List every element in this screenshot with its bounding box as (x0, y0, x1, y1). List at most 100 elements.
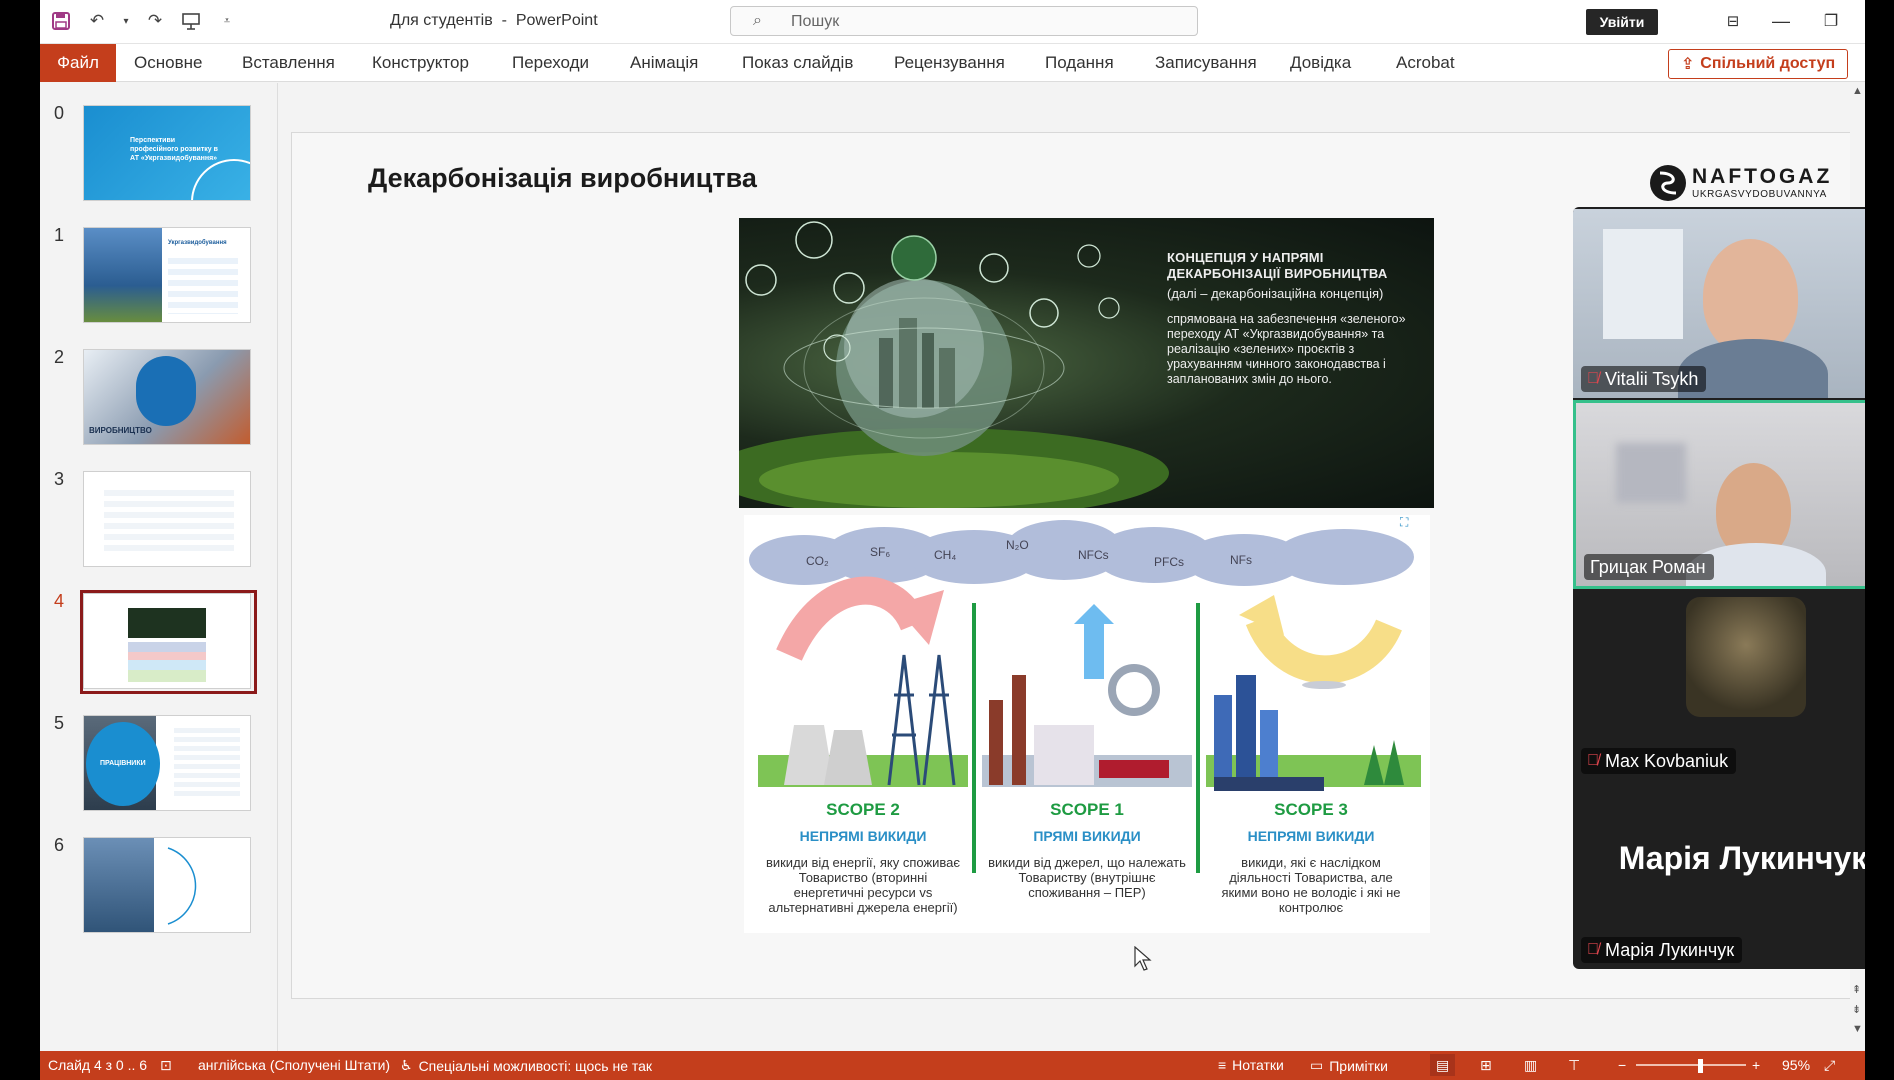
tab-animations[interactable]: Анімація (630, 44, 698, 82)
tab-design[interactable]: Конструктор (372, 44, 469, 82)
thumbnail-row[interactable]: 5 ПРАЦІВНИКИ (40, 693, 278, 811)
thumbnail-number: 5 (54, 713, 65, 733)
accessibility-status[interactable]: ♿ Спеціальні можливості: щось не так (400, 1057, 652, 1074)
thumbnail-slide-3[interactable] (83, 471, 251, 567)
concept-image[interactable]: КОНЦЕПЦІЯ У НАПРЯМІ ДЕКАРБОНІЗАЦІЇ ВИРОБ… (739, 218, 1434, 508)
fit-to-window-icon[interactable]: ⤢ (1824, 1057, 1835, 1074)
reading-view-icon[interactable]: ▥ (1524, 1057, 1537, 1074)
save-icon[interactable] (48, 8, 74, 34)
thumbnail-number: 3 (54, 469, 65, 489)
participant-avatar (1686, 597, 1806, 717)
next-slide-icon[interactable]: ⇟ (1852, 1003, 1861, 1016)
thumbnail-slide-4[interactable] (83, 593, 251, 689)
slideshow-view-icon[interactable]: ⊤ (1568, 1057, 1580, 1074)
participant-name-tag: Грицак Роман (1584, 554, 1714, 580)
zoom-in-icon[interactable]: + (1752, 1057, 1760, 1073)
naftogaz-logo: NAFTOGAZ UKRGASVYDOBUVANNYA (1650, 165, 1829, 201)
status-bar: Слайд 4 з 0 .. 6 ⊡ англійська (Сполучені… (40, 1051, 1865, 1080)
thumbnail-number: 1 (54, 225, 65, 245)
slide-sorter-icon[interactable]: ⊞ (1480, 1057, 1492, 1074)
normal-view-icon[interactable]: ▤ (1430, 1054, 1456, 1076)
thumbnail-slide-0[interactable]: Перспективи професійного розвитку в АТ «… (83, 105, 251, 201)
thumbnail-row[interactable]: 6 (40, 815, 278, 933)
tab-acrobat[interactable]: Acrobat (1396, 44, 1455, 82)
gas-label: SF₆ (870, 545, 891, 559)
redo-icon[interactable]: ↷ (142, 8, 168, 34)
thumbnail-row[interactable]: 0 Перспективи професійного розвитку в АТ… (40, 83, 278, 201)
scope-3-kind: НЕПРЯМІ ВИКИДИ (1247, 828, 1375, 844)
undo-dropdown-icon[interactable]: ▾ (120, 8, 132, 34)
ribbon-tabs: Файл Основне Вставлення Конструктор Пере… (40, 44, 1865, 82)
zoom-slider-thumb[interactable] (1698, 1059, 1703, 1073)
accessibility-icon: ♿ (400, 1057, 413, 1073)
thumbnail-row[interactable]: 2 ВИРОБНИЦТВО (40, 327, 278, 445)
scroll-down-icon[interactable]: ▼ (1852, 1023, 1863, 1035)
scope-1-kind: ПРЯМІ ВИКИДИ (1033, 828, 1141, 844)
thumbnail-slide-6[interactable] (83, 837, 251, 933)
tab-insert[interactable]: Вставлення (242, 44, 335, 82)
thumbnail-slide-1[interactable]: Укргазвидобування (83, 227, 251, 323)
logo-name: NAFTOGAZ (1692, 165, 1833, 188)
zoom-out-icon[interactable]: − (1618, 1057, 1626, 1073)
participant-name-tag: 🎙̸ Марія Лукинчук (1581, 937, 1743, 963)
tab-home[interactable]: Основне (134, 44, 202, 82)
search-box[interactable]: ⌕ Пошук (730, 6, 1198, 36)
minimize-icon[interactable]: — (1766, 8, 1796, 34)
thumbnail-number: 6 (54, 835, 65, 855)
share-button[interactable]: ⇪ Спільний доступ (1668, 49, 1848, 79)
signin-button[interactable]: Увійти (1586, 9, 1658, 35)
tab-help[interactable]: Довідка (1290, 44, 1351, 82)
concept-body: спрямована на забезпечення «зеленого» пе… (1167, 312, 1406, 386)
tab-record[interactable]: Записування (1155, 44, 1257, 82)
zoom-level[interactable]: 95% (1782, 1057, 1810, 1073)
thumbnail-text: ВИРОБНИЦТВО (89, 426, 152, 435)
notes-icon: ≡ (1218, 1057, 1227, 1073)
concept-heading: КОНЦЕПЦІЯ У НАПРЯМІ ДЕКАРБОНІЗАЦІЇ ВИРОБ… (1167, 250, 1388, 281)
participant-tile[interactable]: Марія Лукинчук 🎙̸ Марія Лукинчук (1573, 780, 1865, 969)
notes-button[interactable]: ≡ Нотатки (1218, 1057, 1284, 1073)
concept-text-block: КОНЦЕПЦІЯ У НАПРЯМІ ДЕКАРБОНІЗАЦІЇ ВИРОБ… (1167, 250, 1417, 387)
participant-tile[interactable]: 🎙̸ Vitalii Tsykh (1573, 209, 1865, 398)
share-label: Спільний доступ (1700, 55, 1836, 72)
undo-icon[interactable]: ↶ (84, 8, 110, 34)
thumbnail-slide-2[interactable]: ВИРОБНИЦТВО (83, 349, 251, 445)
tab-slideshow[interactable]: Показ слайдів (742, 44, 853, 82)
thumbnail-row[interactable]: 1 Укргазвидобування (40, 205, 278, 323)
tab-view[interactable]: Подання (1045, 44, 1114, 82)
restore-icon[interactable]: ❐ (1816, 8, 1846, 34)
participant-tile-active[interactable]: Грицак Роман (1573, 400, 1865, 589)
scope-1-description: викиди від джерел, що належать Товариств… (988, 855, 1186, 900)
mic-muted-icon: 🎙̸ (1587, 752, 1599, 769)
tab-file[interactable]: Файл (40, 44, 116, 82)
scroll-up-icon[interactable]: ▲ (1852, 85, 1863, 97)
powerpoint-window: ↶ ▾ ↷ ⩡ Для студентів - PowerPoint ⌕ Пош… (40, 0, 1865, 1080)
spellcheck-icon[interactable]: ⊡ (160, 1057, 172, 1074)
fit-image-icon[interactable]: ⛶ (1400, 515, 1408, 530)
thumbnail-row[interactable]: 3 (40, 449, 278, 567)
participant-tile[interactable]: 🎙̸ Max Kovbaniuk (1573, 591, 1865, 780)
slide-counter: Слайд 4 з 0 .. 6 (48, 1057, 148, 1073)
zoom-slider-track[interactable] (1636, 1064, 1746, 1066)
concept-subheading: (далі – декарбонізаційна концепція) (1167, 286, 1384, 301)
participant-name-tag: 🎙̸ Max Kovbaniuk (1581, 748, 1737, 774)
scope-3-title: SCOPE 3 (1274, 800, 1348, 819)
language-indicator[interactable]: англійська (Сполучені Штати) (198, 1057, 390, 1073)
thumbnail-row[interactable]: 4 (40, 571, 278, 694)
gas-label: NFs (1230, 553, 1252, 567)
mic-muted-icon: 🎙̸ (1587, 370, 1599, 387)
slide-title[interactable]: Декарбонізація виробництва (368, 163, 757, 194)
present-from-start-icon[interactable] (178, 8, 204, 34)
previous-slide-icon[interactable]: ⇞ (1852, 983, 1861, 996)
tab-transitions[interactable]: Переходи (512, 44, 589, 82)
scopes-infographic[interactable]: CO₂ SF₆ CH₄ N₂O NFCs PFCs NFs SCOPE 2 НЕ… (744, 515, 1430, 933)
thumbnail-slide-5[interactable]: ПРАЦІВНИКИ (83, 715, 251, 811)
comments-button[interactable]: ▭ Примітки (1310, 1057, 1388, 1074)
customize-toolbar-icon[interactable]: ⩡ (214, 8, 240, 34)
quick-access-toolbar: ↶ ▾ ↷ ⩡ (48, 8, 240, 34)
ribbon-display-icon[interactable]: ⊟ (1718, 8, 1748, 34)
participant-display-name: Марія Лукинчук (1618, 840, 1865, 876)
thumbnail-text: Укргазвидобування (168, 240, 227, 246)
participant-name-tag: 🎙̸ Vitalii Tsykh (1581, 366, 1707, 392)
tab-review[interactable]: Рецензування (894, 44, 1005, 82)
notes-label: Нотатки (1232, 1057, 1284, 1073)
